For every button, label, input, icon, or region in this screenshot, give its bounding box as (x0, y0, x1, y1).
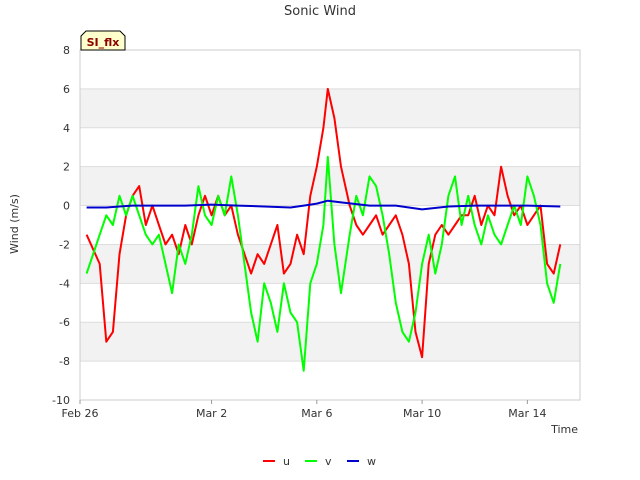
legend-label-v: v (325, 455, 332, 468)
y-tick-label: -2 (59, 238, 70, 251)
x-tick-label: Feb 26 (62, 407, 99, 420)
site-tag-label: SI_flx (87, 36, 120, 49)
x-tick-label: Mar 6 (301, 407, 332, 420)
chart-title: Sonic Wind (284, 4, 356, 19)
y-tick-label: 8 (63, 44, 70, 57)
plot-band (80, 283, 580, 323)
y-tick-labels: -10 -8 -6 -4 -2 0 2 4 6 8 (52, 44, 70, 407)
plot-band (80, 322, 580, 362)
y-tick-label: 6 (63, 83, 70, 96)
plot-band (80, 361, 580, 400)
site-tag: SI_flx (80, 30, 126, 51)
sonic-wind-chart: -10 -8 -6 -4 -2 0 2 4 6 8 Feb 26 Mar 2 Mar 6 Mar 10 M… (8, 4, 581, 468)
plot-band (80, 127, 580, 167)
x-tick-labels: Feb 26 Mar 2 Mar 6 Mar 10 Mar 14 (62, 400, 546, 420)
x-axis-title: Time (550, 423, 578, 436)
x-tick-label: Mar 10 (403, 407, 441, 420)
plot-band (80, 50, 580, 89)
x-tick-label: Mar 14 (508, 407, 546, 420)
y-tick-label: -4 (59, 277, 70, 290)
y-axis-title: Wind (m/s) (8, 194, 21, 254)
x-tick-label: Mar 2 (196, 407, 227, 420)
y-tick-label: 2 (63, 161, 70, 174)
plot-band (80, 244, 580, 284)
legend-label-u: u (283, 455, 290, 468)
y-tick-label: 4 (63, 122, 70, 135)
y-tick-label: 0 (63, 200, 70, 213)
y-tick-label: -6 (59, 316, 70, 329)
legend: u v w (263, 455, 376, 468)
y-tick-label: -8 (59, 355, 70, 368)
y-tick-label: -10 (52, 394, 70, 407)
legend-label-w: w (367, 455, 376, 468)
